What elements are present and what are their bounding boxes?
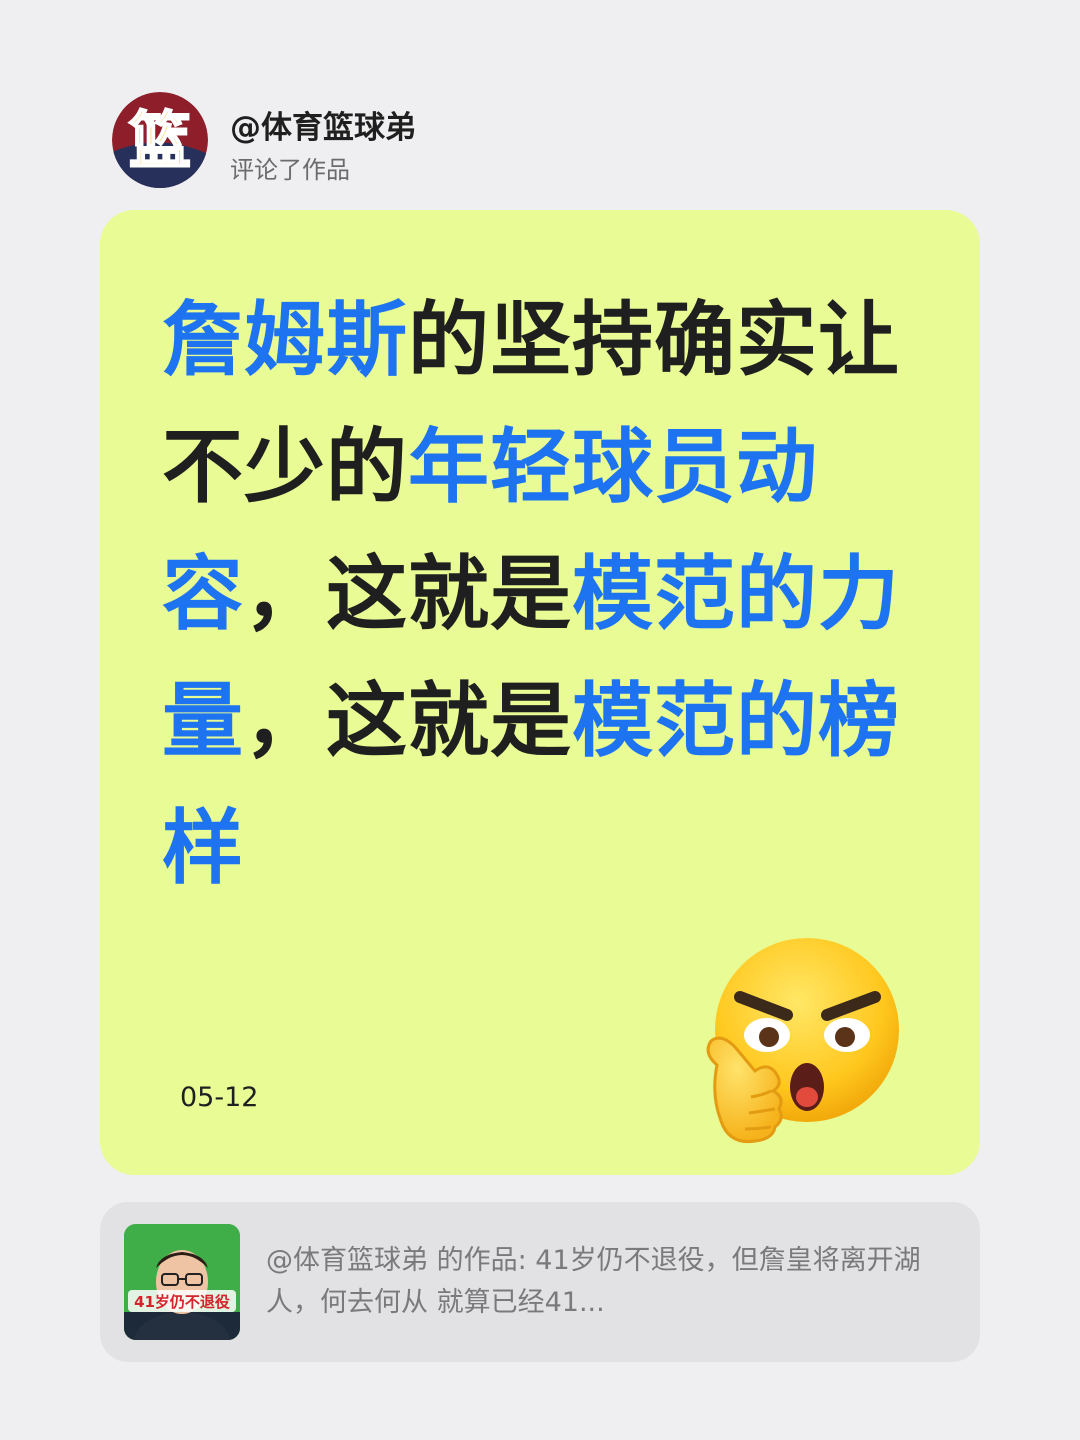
comment-date: 05-12 — [180, 1082, 259, 1113]
referenced-work-card[interactable]: 41岁仍不退役 @体育篮球弟 的作品: 41岁仍不退役，但詹皇将离开湖人，何去何… — [100, 1202, 980, 1362]
comment-text: 詹姆斯的坚持确实让不少的年轻球员动容，这就是模范的力量，这就是模范的榜样 — [162, 278, 922, 913]
comment-card: 詹姆斯的坚持确实让不少的年轻球员动容，这就是模范的力量，这就是模范的榜样 05-… — [100, 210, 980, 1175]
user-avatar[interactable]: 篮 — [112, 92, 208, 188]
comment-segment: 詹姆斯 — [162, 294, 409, 388]
avatar-logo-text: 篮 — [129, 104, 191, 177]
avatar-logo-icon: 篮 — [112, 92, 208, 188]
user-action-label: 评论了作品 — [230, 156, 350, 184]
work-thumbnail[interactable]: 41岁仍不退役 — [124, 1224, 240, 1340]
referenced-work-title[interactable]: @体育篮球弟 的作品: 41岁仍不退役，但詹皇将离开湖人，何去何从 就算已经41… — [266, 1240, 956, 1324]
thinking-angry-face-icon — [695, 935, 910, 1150]
post-header: 篮 @体育篮球弟 评论了作品 — [112, 90, 812, 190]
comment-segment: ，这就是 — [244, 675, 573, 769]
thumbnail-caption: 41岁仍不退役 — [134, 1293, 230, 1311]
comment-segment: ，这就是 — [244, 548, 573, 642]
user-name[interactable]: @体育篮球弟 — [230, 102, 416, 147]
